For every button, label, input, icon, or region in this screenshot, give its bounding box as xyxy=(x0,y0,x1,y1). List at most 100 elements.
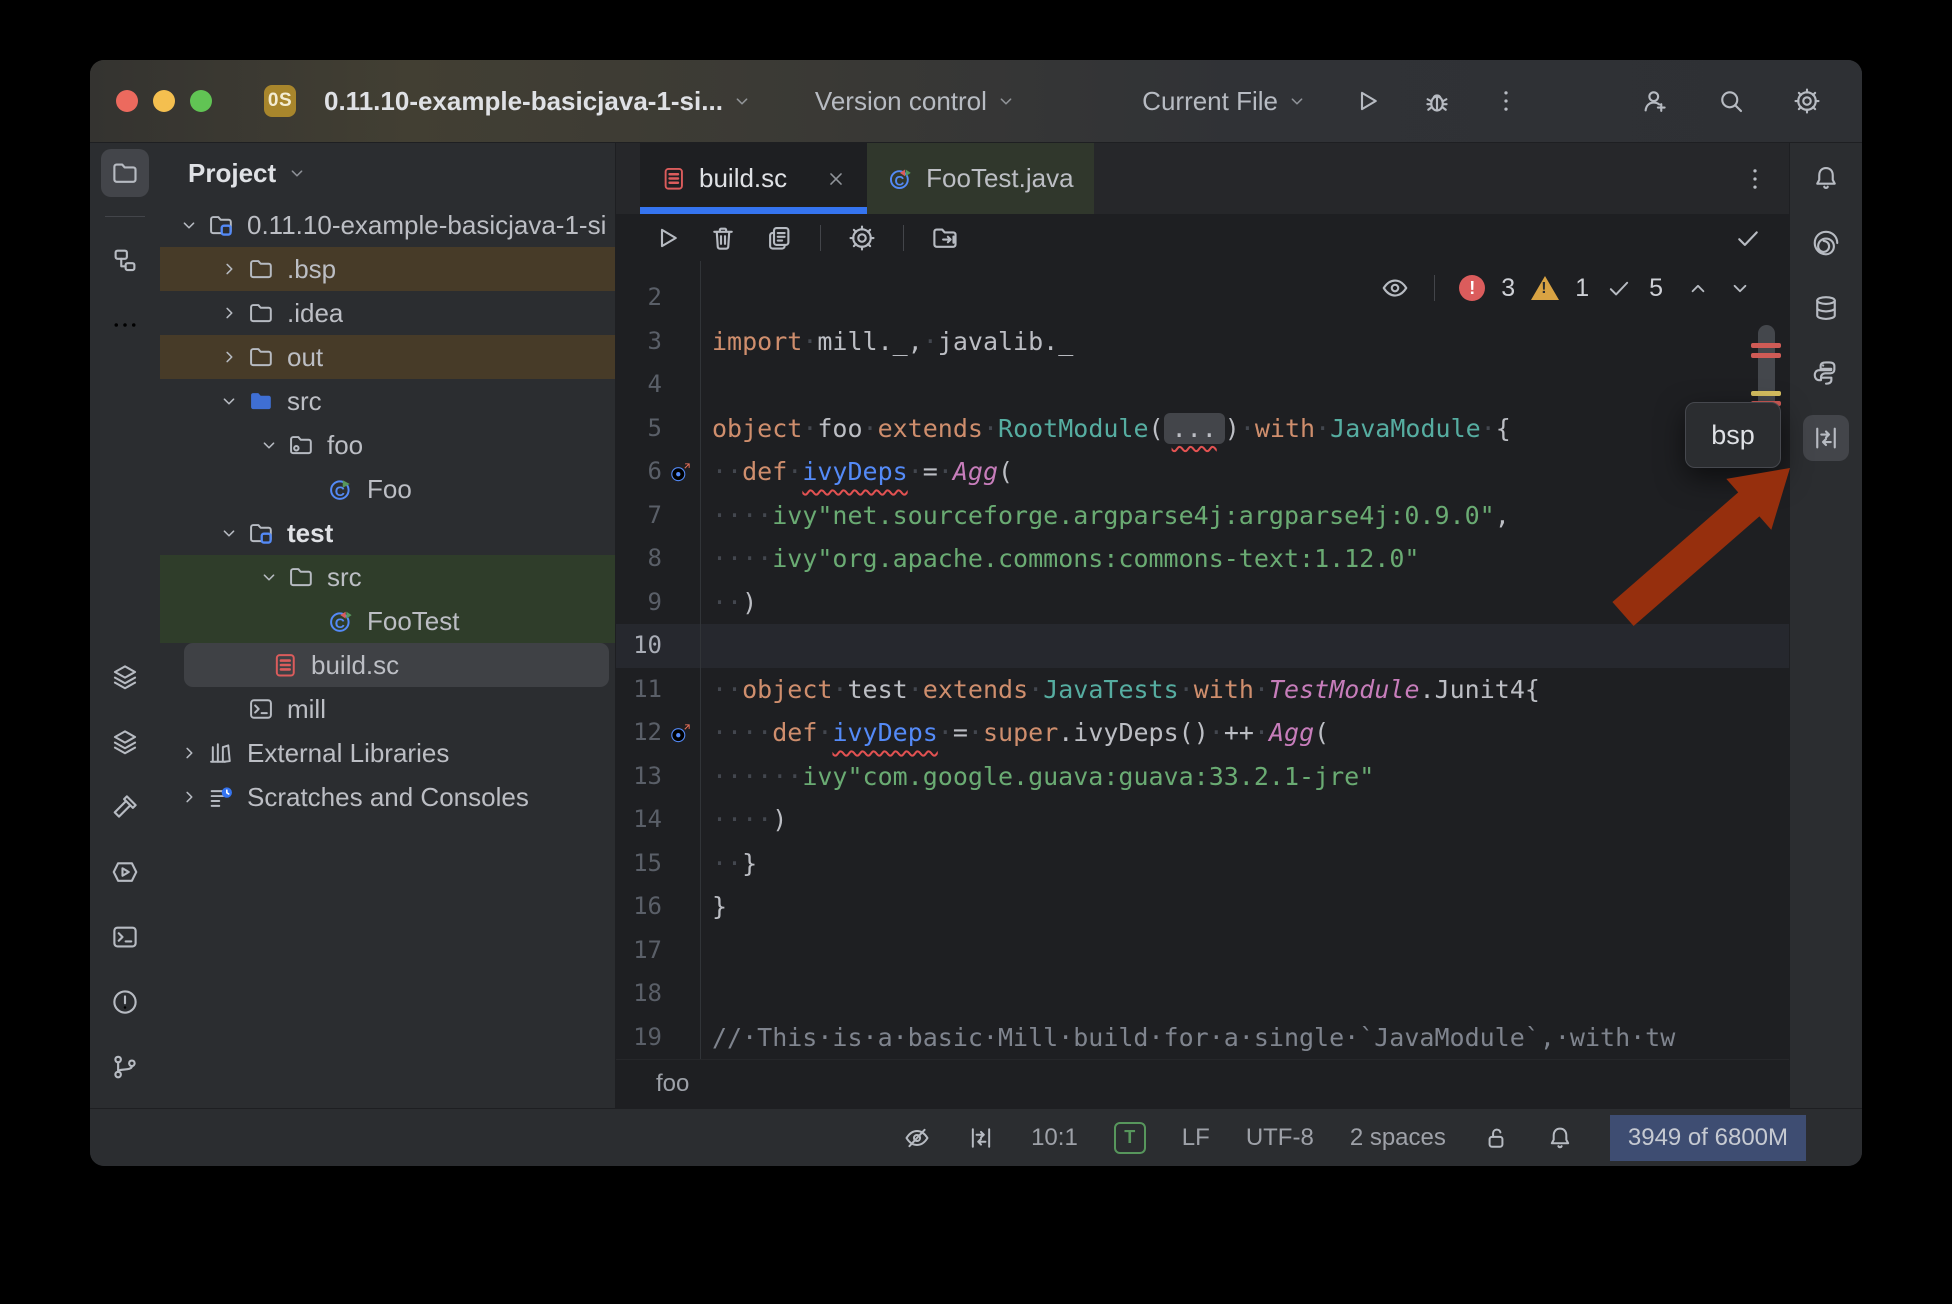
structure-icon[interactable] xyxy=(101,236,149,284)
status-item[interactable]: UTF-8 xyxy=(1246,1124,1314,1152)
code-line-15[interactable]: 15··} xyxy=(616,842,1789,886)
chevron-right-icon[interactable] xyxy=(174,742,204,764)
chevron-right-icon[interactable] xyxy=(214,258,244,280)
version-control-menu[interactable]: Version control xyxy=(815,86,1017,117)
python-tool-button[interactable] xyxy=(1803,350,1849,396)
chevron-right-icon[interactable] xyxy=(214,346,244,368)
code-line-5[interactable]: 5object·foo·extends·RootModule(...)·with… xyxy=(616,407,1789,451)
code-editor[interactable]: ····23import·mill._,·javalib._45object·f… xyxy=(616,261,1789,1059)
more-actions-icon[interactable] xyxy=(1492,87,1520,115)
close-window-button[interactable] xyxy=(116,90,138,112)
folded-region[interactable]: ... xyxy=(1164,413,1225,444)
more-icon[interactable] xyxy=(101,301,149,349)
minimize-window-button[interactable] xyxy=(153,90,175,112)
code-line-18[interactable]: 18 xyxy=(616,972,1789,1016)
status-bsp-sync-icon[interactable] xyxy=(967,1124,995,1152)
breadcrumb[interactable]: foo xyxy=(616,1059,1789,1108)
tree-item-external-libraries[interactable]: External Libraries xyxy=(160,731,615,775)
scala-file-icon xyxy=(660,165,687,192)
tree-item-test[interactable]: test xyxy=(160,511,615,555)
chevron-down-icon[interactable] xyxy=(174,214,204,236)
tree-item-foo[interactable]: CFoo xyxy=(160,467,615,511)
chevron-down-icon[interactable] xyxy=(254,434,284,456)
layers-icon-1[interactable] xyxy=(101,718,149,766)
code-line-10[interactable]: 10 xyxy=(616,624,1789,668)
play-icon[interactable] xyxy=(652,223,682,253)
settings-icon[interactable] xyxy=(1792,86,1822,116)
status-bell-icon[interactable] xyxy=(1546,1124,1574,1152)
status-highlighting-level[interactable]: T xyxy=(1114,1122,1146,1154)
close-tab-icon[interactable] xyxy=(803,168,847,190)
code-line-3[interactable]: 3import·mill._,·javalib._ xyxy=(616,320,1789,364)
previous-problem-icon[interactable] xyxy=(1685,275,1711,301)
status-lock-open-icon[interactable] xyxy=(1482,1124,1510,1152)
tree-item-build-sc[interactable]: build.sc xyxy=(184,643,609,687)
chevron-down-icon[interactable] xyxy=(214,390,244,412)
maximize-window-button[interactable] xyxy=(190,90,212,112)
tree-item--bsp[interactable]: .bsp xyxy=(160,247,615,291)
stripe-mark[interactable] xyxy=(1751,353,1781,358)
chevron-down-icon[interactable] xyxy=(214,522,244,544)
tab-footest-java[interactable]: CFooTest.java xyxy=(867,143,1093,214)
run-folder-icon[interactable] xyxy=(930,223,960,253)
override-gutter-icon[interactable] xyxy=(662,450,700,494)
code-line-4[interactable]: 4 xyxy=(616,363,1789,407)
branch-icon-6[interactable] xyxy=(101,1043,149,1091)
warning-icon-5[interactable] xyxy=(101,978,149,1026)
inspection-widget[interactable]: !315 xyxy=(1380,273,1753,303)
tree-item--idea[interactable]: .idea xyxy=(160,291,615,335)
check-icon[interactable] xyxy=(1733,223,1763,253)
tree-item-foo[interactable]: foo xyxy=(160,423,615,467)
tree-item-mill[interactable]: mill xyxy=(160,687,615,731)
tree-item-0-11-10-example-basicjava-1-si[interactable]: 0.11.10-example-basicjava-1-si xyxy=(160,203,615,247)
code-line-19[interactable]: 19//·This·is·a·basic·Mill·build·for·a·si… xyxy=(616,1016,1789,1060)
next-problem-icon[interactable] xyxy=(1727,275,1753,301)
trash-icon[interactable] xyxy=(708,223,738,253)
tree-item-scratches-and-consoles[interactable]: Scratches and Consoles xyxy=(160,775,615,819)
tab-options-icon[interactable] xyxy=(1741,165,1769,193)
status-item[interactable]: 10:1 xyxy=(1031,1124,1078,1152)
bsp-tool-button[interactable] xyxy=(1803,415,1849,461)
folder-module-icon xyxy=(244,519,278,547)
database-tool-button[interactable] xyxy=(1803,285,1849,331)
project-panel-header[interactable]: Project xyxy=(160,143,615,203)
status-eye-off-icon[interactable] xyxy=(903,1124,931,1152)
status-item[interactable]: 2 spaces xyxy=(1350,1124,1446,1152)
stripe-mark[interactable] xyxy=(1751,391,1781,396)
hammer-icon-2[interactable] xyxy=(101,783,149,831)
run-configuration-selector[interactable]: Current File xyxy=(1142,86,1308,117)
code-line-17[interactable]: 17 xyxy=(616,929,1789,973)
run-icon[interactable] xyxy=(1352,86,1382,116)
code-line-13[interactable]: 13······ivy"com.google.guava:guava:33.2.… xyxy=(616,755,1789,799)
gear-icon[interactable] xyxy=(847,223,877,253)
stripe-mark[interactable] xyxy=(1751,343,1781,348)
code-line-11[interactable]: 11··object·test·extends·JavaTests·with·T… xyxy=(616,668,1789,712)
chevron-down-icon[interactable] xyxy=(254,566,284,588)
chevron-right-icon[interactable] xyxy=(174,786,204,808)
tree-item-out[interactable]: out xyxy=(160,335,615,379)
copy-icon[interactable] xyxy=(764,223,794,253)
tree-item-footest[interactable]: CFooTest xyxy=(160,599,615,643)
search-everywhere-icon[interactable] xyxy=(1716,86,1746,116)
tab-build-sc[interactable]: build.sc xyxy=(640,143,867,214)
project-selector[interactable]: 0.11.10-example-basicjava-1-si... xyxy=(310,86,753,117)
memory-indicator[interactable]: 3949 of 6800M xyxy=(1610,1115,1806,1161)
chevron-right-icon[interactable] xyxy=(214,302,244,324)
code-line-12[interactable]: 12····def·ivyDeps·=·super.ivyDeps()·++·A… xyxy=(616,711,1789,755)
spiral-tool-button[interactable] xyxy=(1803,220,1849,266)
hex-play-icon-3[interactable] xyxy=(101,848,149,896)
status-item[interactable]: LF xyxy=(1182,1124,1210,1152)
tree-item-src[interactable]: src xyxy=(160,555,615,599)
code-with-me-icon[interactable] xyxy=(1640,86,1670,116)
reader-mode-eye-icon[interactable] xyxy=(1380,273,1410,303)
debug-icon[interactable] xyxy=(1422,86,1452,116)
tree-item-src[interactable]: src xyxy=(160,379,615,423)
folder-project-icon[interactable] xyxy=(101,149,149,197)
bell-tool-button[interactable] xyxy=(1803,155,1849,201)
override-gutter-icon[interactable] xyxy=(662,711,700,755)
code-line-16[interactable]: 16} xyxy=(616,885,1789,929)
terminal-icon-4[interactable] xyxy=(101,913,149,961)
layers-icon-0[interactable] xyxy=(101,653,149,701)
code-line-14[interactable]: 14····) xyxy=(616,798,1789,842)
class-foo-icon: C xyxy=(324,475,358,503)
